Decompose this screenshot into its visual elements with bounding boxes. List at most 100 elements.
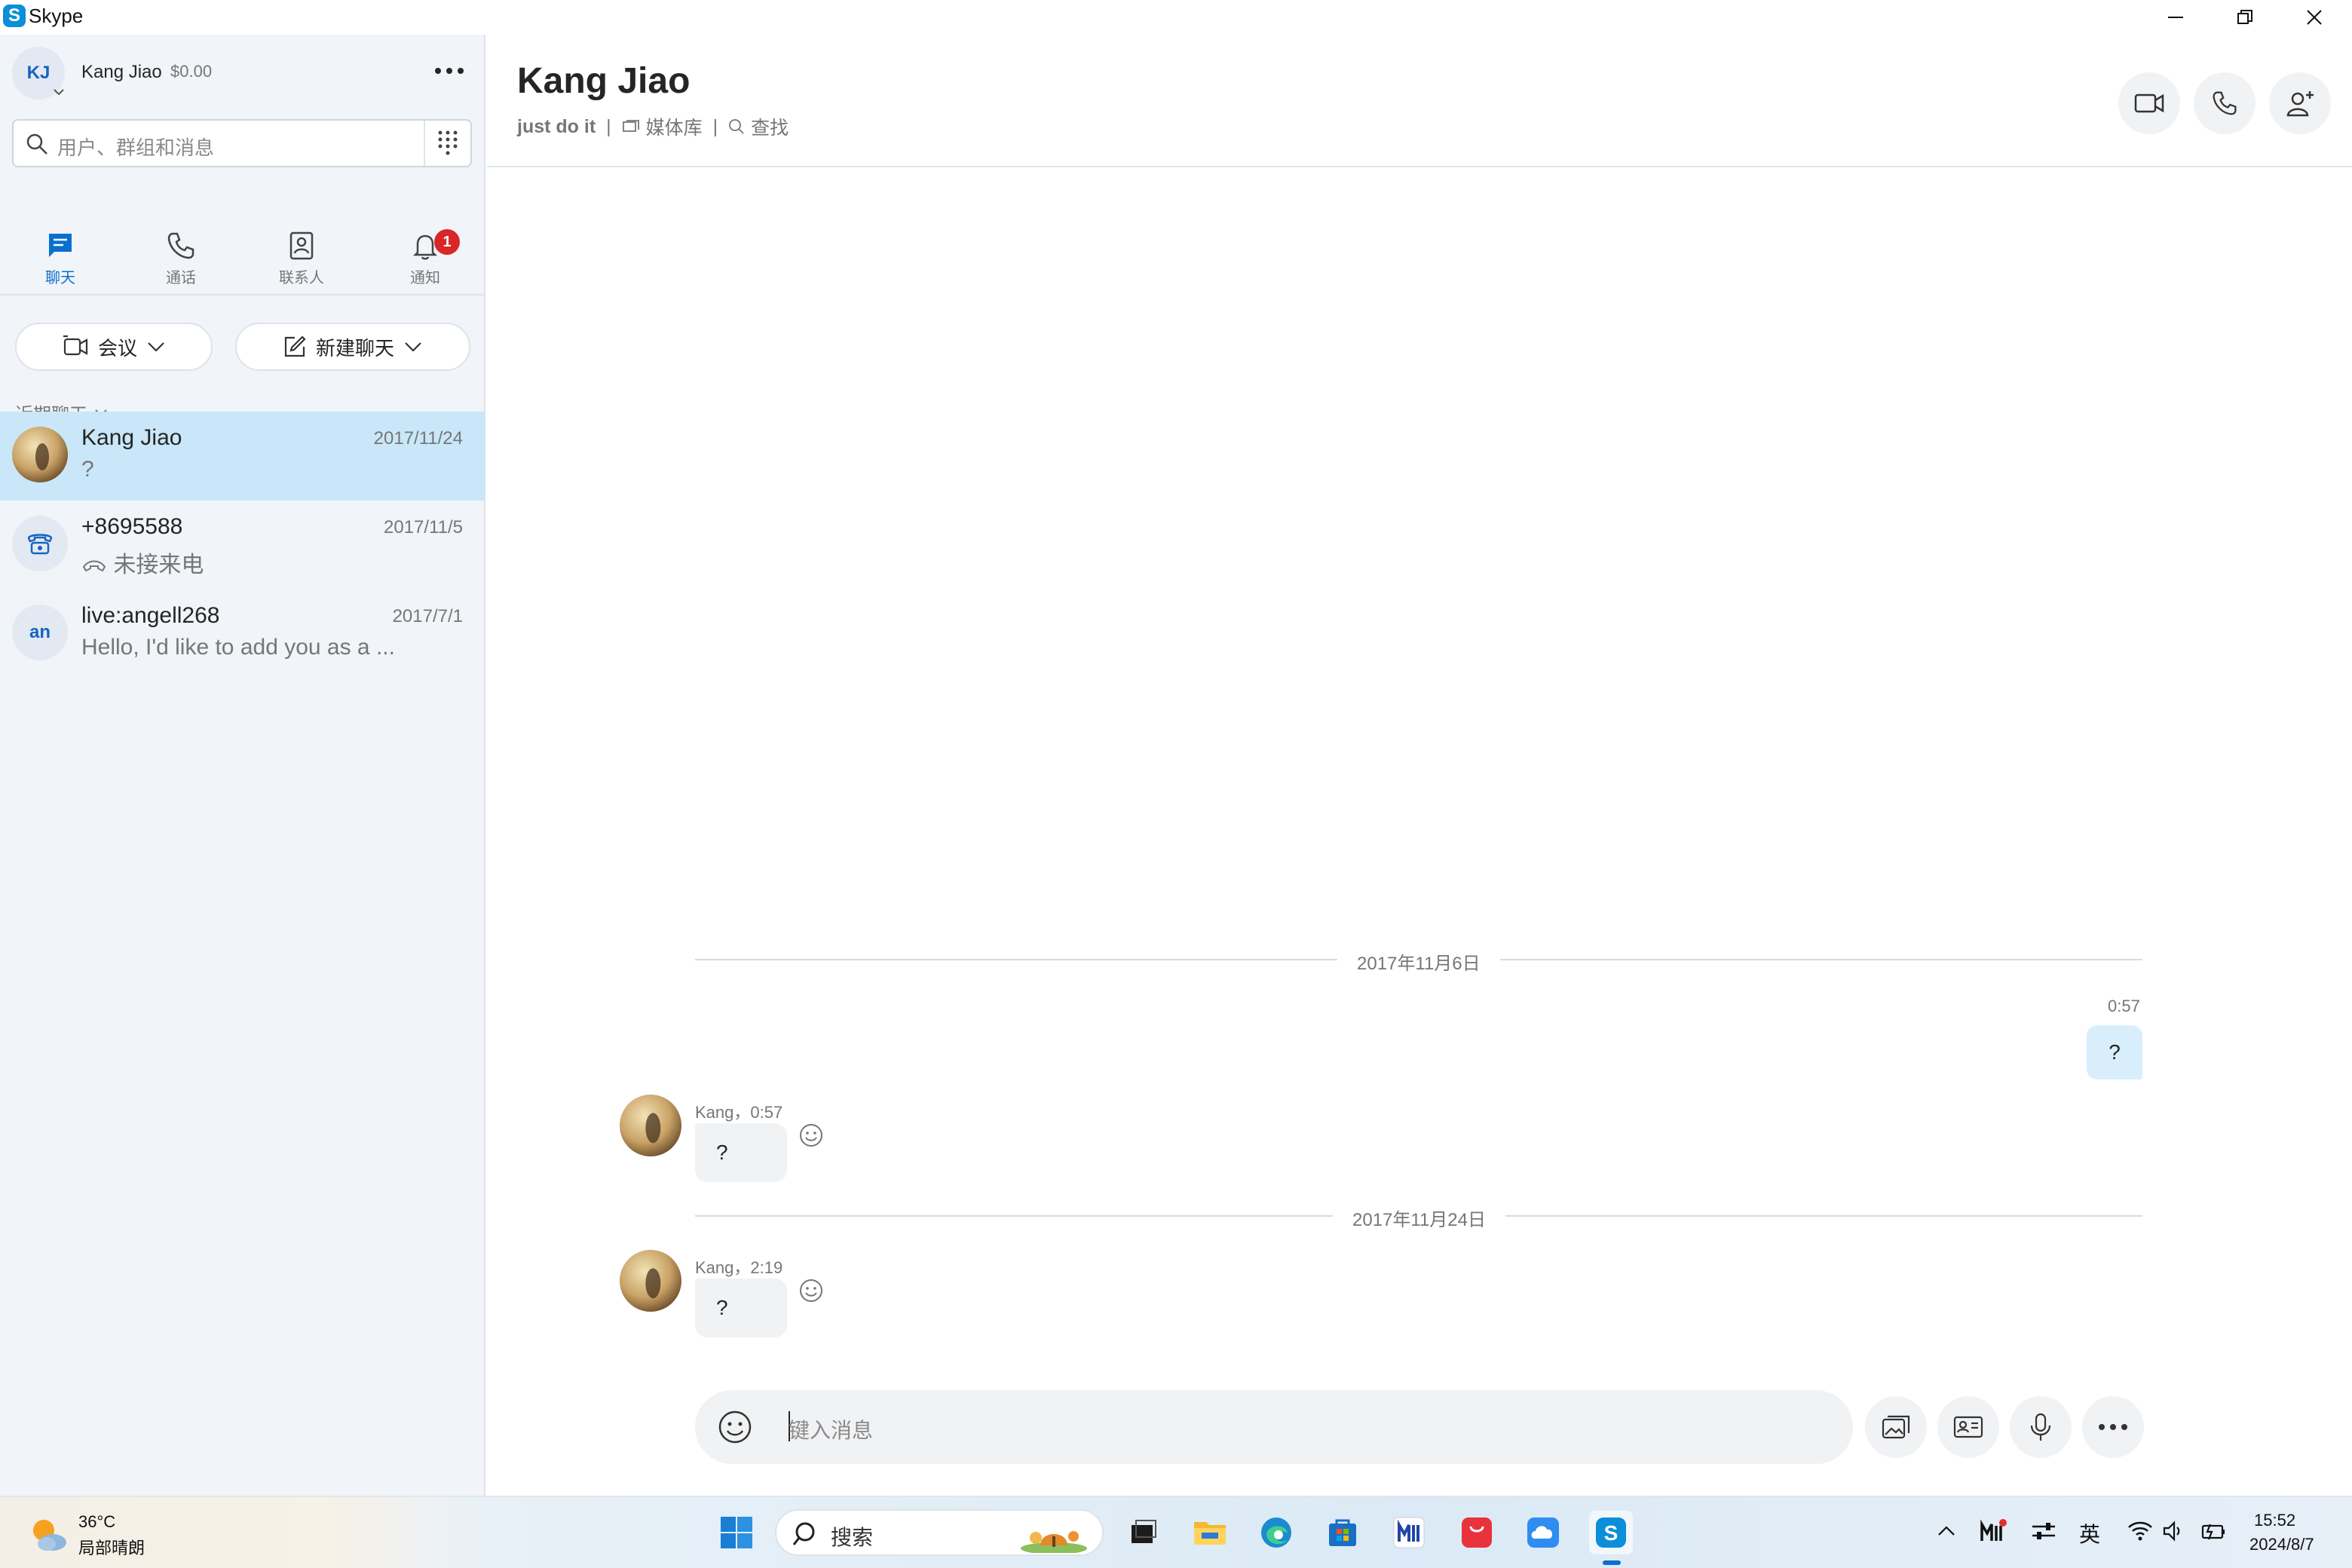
tab-contacts[interactable]: 联系人 — [241, 190, 362, 288]
share-media-button[interactable] — [1865, 1396, 1927, 1458]
edge-browser-button[interactable] — [1254, 1511, 1298, 1554]
tab-notifications[interactable]: 通知 1 — [365, 190, 485, 288]
chat-date: 2017/11/5 — [384, 517, 463, 537]
cloud-icon — [1527, 1517, 1559, 1548]
gallery-link[interactable]: 媒体库 — [622, 113, 703, 140]
send-contact-button[interactable] — [1937, 1396, 1999, 1458]
phone-icon — [2213, 91, 2237, 115]
app-gallery-button[interactable] — [1455, 1511, 1499, 1554]
separator: | — [606, 115, 611, 137]
date-separator: 2017年11月6日 — [1337, 948, 1500, 975]
chat-list-item[interactable]: Kang Jiao 2017/11/24 ? — [0, 412, 485, 501]
tab-calls[interactable]: 通话 — [121, 190, 241, 288]
meeting-button[interactable]: 会议 — [15, 323, 213, 371]
more-options-button[interactable] — [427, 54, 472, 87]
conversation-meta: just do it | 媒体库 | 查找 — [517, 113, 789, 140]
contact-avatar — [12, 427, 68, 482]
incoming-message-bubble[interactable]: ? — [695, 1279, 787, 1337]
emoji-icon[interactable] — [716, 1408, 754, 1446]
media-gallery-icon — [1882, 1415, 1910, 1439]
conversation-title[interactable]: Kang Jiao — [517, 60, 690, 102]
audio-call-button[interactable] — [2194, 72, 2256, 134]
windows-start-icon — [721, 1517, 752, 1548]
gallery-label: 媒体库 — [645, 118, 703, 139]
find-label: 查找 — [751, 118, 789, 139]
weather-description[interactable]: 局部晴朗 — [78, 1535, 145, 1559]
chat-list-item[interactable]: +8695588 2017/11/5 未接来电 — [0, 501, 485, 590]
battery-charging-icon[interactable] — [2200, 1520, 2227, 1542]
compose-icon — [284, 335, 306, 357]
chat-name: Kang Jiao — [81, 425, 182, 450]
start-button[interactable] — [715, 1511, 758, 1554]
tab-contacts-label: 联系人 — [279, 270, 324, 286]
message-input[interactable]: 键入消息 — [789, 1414, 873, 1444]
app-m-button[interactable] — [1387, 1511, 1431, 1554]
contact-avatar — [12, 516, 68, 571]
reaction-smiley-icon[interactable] — [798, 1277, 825, 1304]
separator: | — [712, 115, 718, 137]
contact-avatar: an — [12, 605, 68, 660]
new-chat-button[interactable]: 新建聊天 — [235, 323, 470, 371]
restore-icon — [2237, 10, 2252, 24]
close-button[interactable] — [2280, 0, 2349, 35]
profile-bar: KJ Kang Jiao $0.00 — [12, 47, 472, 100]
weather-partly-sunny-icon[interactable] — [26, 1512, 71, 1557]
store-icon — [1329, 1519, 1356, 1546]
incoming-message-bubble[interactable]: ? — [695, 1123, 787, 1182]
video-camera-icon — [2134, 93, 2164, 113]
video-call-button[interactable] — [2118, 72, 2180, 134]
profile-name[interactable]: Kang Jiao — [81, 62, 162, 83]
more-dots-icon — [435, 68, 464, 74]
chevron-up-icon[interactable] — [1936, 1521, 1957, 1542]
clock-date[interactable]: 2024/8/7 — [2249, 1535, 2314, 1554]
m-tray-icon[interactable] — [1980, 1518, 2007, 1544]
folder-icon — [1194, 1522, 1226, 1545]
mood-message: just do it — [517, 115, 596, 137]
reaction-smiley-icon[interactable] — [798, 1122, 825, 1149]
skype-credit[interactable]: $0.00 — [170, 62, 212, 81]
message-meta: Kang，0:57 — [695, 1103, 783, 1122]
skype-icon: S — [1596, 1517, 1626, 1548]
video-meeting-icon — [63, 335, 88, 356]
find-link[interactable]: 查找 — [728, 113, 789, 140]
wifi-icon[interactable] — [2127, 1520, 2153, 1542]
search-icon — [26, 133, 47, 155]
sidebar: KJ Kang Jiao $0.00 用户、群组和消息 聊天 通话 联系人 通知… — [0, 35, 485, 1496]
outgoing-message-bubble[interactable]: ? — [2087, 1025, 2142, 1080]
weather-temperature[interactable]: 36°C — [78, 1512, 115, 1532]
input-method-indicator[interactable]: 英 — [2079, 1518, 2100, 1548]
chat-list-item[interactable]: an live:angell268 2017/7/1 Hello, I'd li… — [0, 590, 485, 678]
message-composer[interactable]: 键入消息 — [695, 1390, 1853, 1464]
skype-taskbar-button[interactable]: S — [1589, 1511, 1633, 1554]
window-title: Skype — [29, 5, 84, 27]
volume-icon[interactable] — [2162, 1520, 2185, 1542]
dialpad-button[interactable] — [424, 121, 470, 166]
task-view-button[interactable] — [1122, 1511, 1165, 1554]
sender-avatar[interactable] — [620, 1095, 681, 1156]
restore-button[interactable] — [2210, 0, 2280, 35]
microsoft-store-button[interactable] — [1321, 1511, 1364, 1554]
minimize-button[interactable] — [2141, 0, 2210, 35]
profile-avatar[interactable]: KJ — [12, 47, 65, 100]
clock-time[interactable]: 15:52 — [2254, 1511, 2295, 1530]
search-box[interactable]: 用户、群组和消息 — [12, 119, 472, 167]
cloud-app-button[interactable] — [1521, 1511, 1565, 1554]
contacts-icon — [289, 231, 314, 260]
chevron-down-icon — [54, 89, 64, 96]
gallery-icon — [622, 120, 639, 132]
settings-sliders-icon[interactable] — [2031, 1520, 2056, 1542]
more-composer-options-button[interactable] — [2082, 1396, 2144, 1458]
edge-browser-icon — [1261, 1517, 1291, 1548]
taskbar-search[interactable]: 搜索 — [775, 1509, 1104, 1556]
missed-call-icon — [82, 560, 106, 572]
sender-avatar[interactable] — [620, 1250, 681, 1312]
chat-name: live:angell268 — [81, 603, 220, 628]
tab-chats[interactable]: 聊天 — [0, 190, 121, 288]
chevron-down-icon — [148, 342, 164, 352]
file-explorer-button[interactable] — [1188, 1511, 1232, 1554]
voice-message-button[interactable] — [2010, 1396, 2072, 1458]
active-app-indicator — [1603, 1560, 1621, 1565]
chat-preview: Hello, I'd like to add you as a ... — [81, 635, 395, 660]
add-participant-button[interactable] — [2269, 72, 2331, 134]
search-input[interactable]: 用户、群组和消息 — [57, 133, 214, 161]
